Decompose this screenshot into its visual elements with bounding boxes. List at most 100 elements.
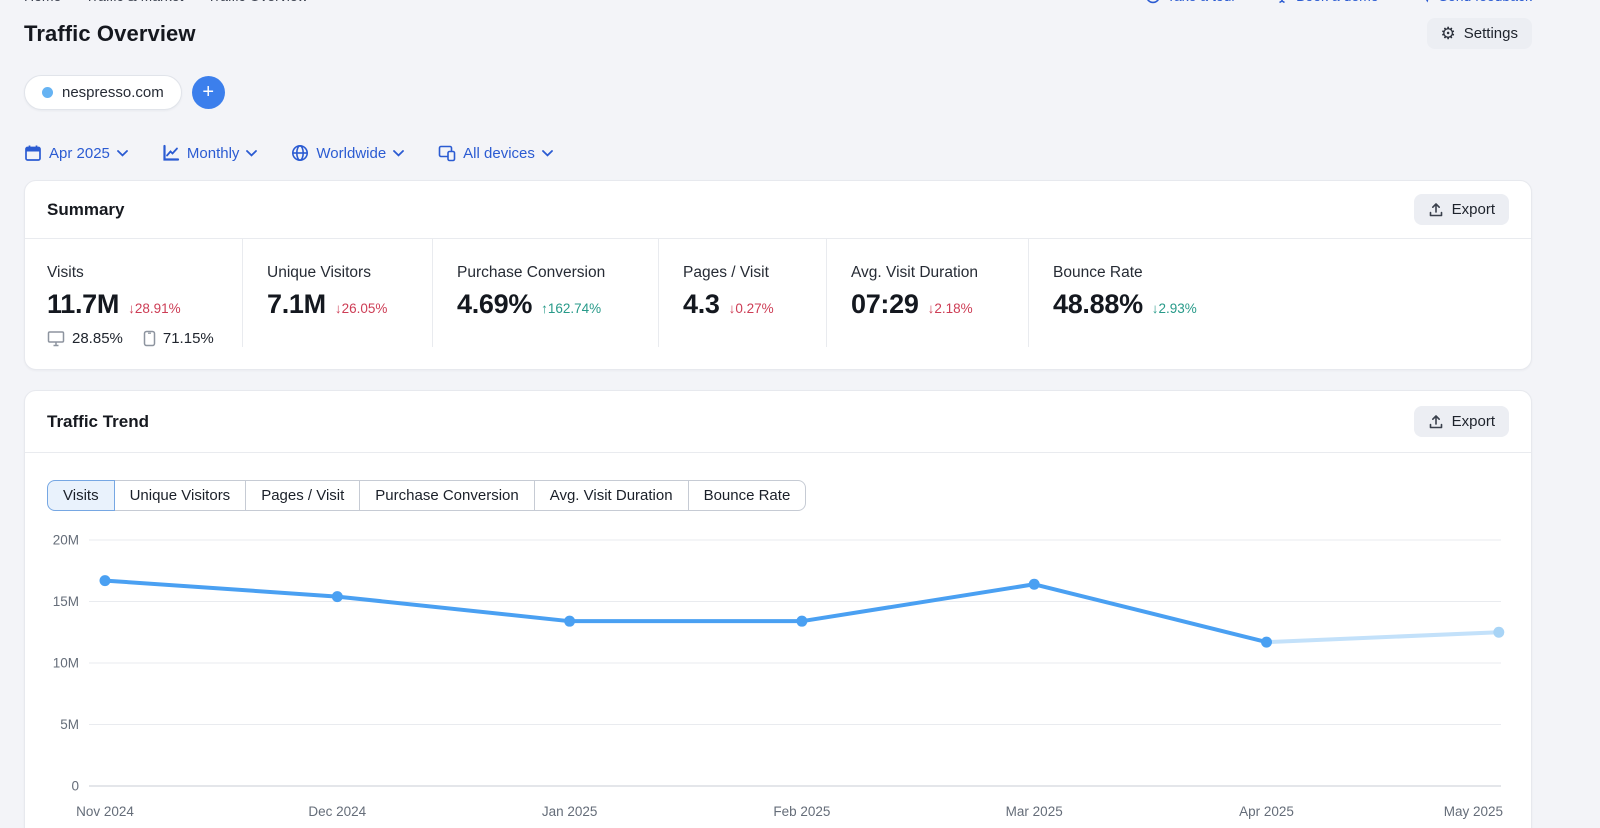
chevron-down-icon xyxy=(542,150,553,157)
summary-title: Summary xyxy=(47,200,124,220)
metric-delta: ↓2.18% xyxy=(928,301,973,316)
traffic-trend-card: Traffic Trend Export Visits Unique Visit… xyxy=(24,390,1532,828)
presentation-icon xyxy=(1274,0,1290,4)
domain-label: nespresso.com xyxy=(62,84,164,101)
metric-delta: ↓0.27% xyxy=(729,301,774,316)
metric-label: Bounce Rate xyxy=(1053,264,1531,282)
date-filter-label: Apr 2025 xyxy=(49,145,110,162)
metric-label: Avg. Visit Duration xyxy=(851,264,1028,282)
breadcrumb-separator-icon: › xyxy=(71,0,75,3)
location-filter[interactable]: Worldwide xyxy=(291,144,404,162)
metric-label: Unique Visitors xyxy=(267,264,432,282)
top-links: Take a tour Book a demo Send feedback xyxy=(1145,0,1532,4)
export-icon xyxy=(1428,202,1444,218)
trend-export-button[interactable]: Export xyxy=(1414,406,1509,437)
svg-text:Apr 2025: Apr 2025 xyxy=(1239,804,1294,819)
add-competitor-button[interactable]: + xyxy=(192,76,225,109)
filters-row: Apr 2025 Monthly Worldwide All devices xyxy=(24,144,1532,162)
page-header: Traffic Overview ⚙ Settings xyxy=(24,0,1532,49)
domain-color-dot xyxy=(42,87,53,98)
tab-purchase-conversion[interactable]: Purchase Conversion xyxy=(359,480,534,511)
metric-value: 07:29 xyxy=(851,289,919,320)
send-feedback-link[interactable]: Send feedback xyxy=(1417,0,1532,4)
metric-delta: ↓28.91% xyxy=(128,301,181,316)
granularity-filter[interactable]: Monthly xyxy=(162,144,258,162)
svg-text:20M: 20M xyxy=(53,533,79,548)
metric-avg-visit-duration: Avg. Visit Duration 07:29 ↓2.18% xyxy=(827,239,1029,347)
svg-text:May 2025: May 2025 xyxy=(1444,804,1503,819)
summary-export-button[interactable]: Export xyxy=(1414,194,1509,225)
breadcrumb: Home › Traffic & Market › Traffic Overvi… xyxy=(24,0,308,4)
desktop-share: 28.85% xyxy=(72,330,123,347)
export-label: Export xyxy=(1452,413,1495,430)
svg-text:10M: 10M xyxy=(53,656,79,671)
metric-delta: ↑162.74% xyxy=(541,301,601,316)
targets-row: nespresso.com + xyxy=(24,75,1532,110)
trend-divider xyxy=(25,452,1531,453)
mobile-share: 71.15% xyxy=(163,330,214,347)
line-chart-canvas: 05M10M15M20MNov 2024Dec 2024Jan 2025Feb … xyxy=(25,520,1531,828)
breadcrumb-current: Traffic Overview xyxy=(207,0,307,4)
metric-visits: Visits 11.7M ↓28.91% 28.85% 71.15% xyxy=(47,239,243,347)
svg-text:Dec 2024: Dec 2024 xyxy=(308,804,366,819)
tab-unique-visitors[interactable]: Unique Visitors xyxy=(114,480,247,511)
breadcrumb-home[interactable]: Home xyxy=(24,0,61,4)
book-a-demo-link[interactable]: Book a demo xyxy=(1274,0,1379,4)
chevron-down-icon xyxy=(117,150,128,157)
take-a-tour-label: Take a tour xyxy=(1167,0,1236,4)
devices-icon xyxy=(438,144,456,162)
breadcrumb-separator-icon: › xyxy=(193,0,197,3)
metric-label: Visits xyxy=(47,264,242,282)
book-a-demo-label: Book a demo xyxy=(1296,0,1379,4)
desktop-icon xyxy=(47,330,65,347)
svg-text:Nov 2024: Nov 2024 xyxy=(76,804,134,819)
tab-bounce-rate[interactable]: Bounce Rate xyxy=(688,480,807,511)
metric-pages-per-visit: Pages / Visit 4.3 ↓0.27% xyxy=(659,239,827,347)
granularity-filter-label: Monthly xyxy=(187,145,240,162)
metric-purchase-conversion: Purchase Conversion 4.69% ↑162.74% xyxy=(433,239,659,347)
metric-delta: ↓26.05% xyxy=(335,301,388,316)
tab-pages-per-visit[interactable]: Pages / Visit xyxy=(245,480,360,511)
page-title: Traffic Overview xyxy=(24,21,196,47)
compass-icon xyxy=(1145,0,1161,4)
settings-button[interactable]: ⚙ Settings xyxy=(1427,18,1532,49)
svg-text:Mar 2025: Mar 2025 xyxy=(1006,804,1063,819)
metric-value: 4.3 xyxy=(683,289,720,320)
metric-value: 4.69% xyxy=(457,289,532,320)
metric-value: 48.88% xyxy=(1053,289,1143,320)
gear-icon: ⚙ xyxy=(1441,27,1456,41)
globe-icon xyxy=(291,144,309,162)
location-filter-label: Worldwide xyxy=(316,145,386,162)
send-feedback-label: Send feedback xyxy=(1439,0,1532,4)
take-a-tour-link[interactable]: Take a tour xyxy=(1145,0,1236,4)
traffic-overview-page: Home › Traffic & Market › Traffic Overvi… xyxy=(24,0,1532,828)
summary-card: Summary Export Visits 11.7M ↓28.91% 28.8… xyxy=(24,180,1532,370)
metric-bounce-rate: Bounce Rate 48.88% ↓2.93% xyxy=(1029,239,1531,347)
metric-label: Pages / Visit xyxy=(683,264,826,282)
tab-visits[interactable]: Visits xyxy=(47,480,115,511)
mobile-icon xyxy=(143,330,156,347)
device-filter[interactable]: All devices xyxy=(438,144,553,162)
export-icon xyxy=(1428,414,1444,430)
calendar-icon xyxy=(24,144,42,162)
svg-text:Feb 2025: Feb 2025 xyxy=(773,804,830,819)
metric-label: Purchase Conversion xyxy=(457,264,658,282)
metric-delta: ↓2.93% xyxy=(1152,301,1197,316)
svg-text:0: 0 xyxy=(71,779,79,794)
paper-plane-icon xyxy=(1417,0,1433,4)
settings-label: Settings xyxy=(1464,25,1518,42)
svg-text:5M: 5M xyxy=(60,717,79,732)
top-bar: Home › Traffic & Market › Traffic Overvi… xyxy=(24,0,1532,5)
domain-chip[interactable]: nespresso.com xyxy=(24,75,182,110)
date-filter[interactable]: Apr 2025 xyxy=(24,144,128,162)
metric-unique-visitors: Unique Visitors 7.1M ↓26.05% xyxy=(243,239,433,347)
chevron-down-icon xyxy=(246,150,257,157)
breadcrumb-toolkit[interactable]: Traffic & Market xyxy=(85,0,183,4)
metric-value: 11.7M xyxy=(47,289,119,320)
metric-value: 7.1M xyxy=(267,289,326,320)
traffic-trend-title: Traffic Trend xyxy=(47,412,149,432)
tab-avg-visit-duration[interactable]: Avg. Visit Duration xyxy=(534,480,689,511)
metric-tabs: Visits Unique Visitors Pages / Visit Pur… xyxy=(47,480,1531,511)
svg-text:Jan 2025: Jan 2025 xyxy=(542,804,598,819)
device-filter-label: All devices xyxy=(463,145,535,162)
